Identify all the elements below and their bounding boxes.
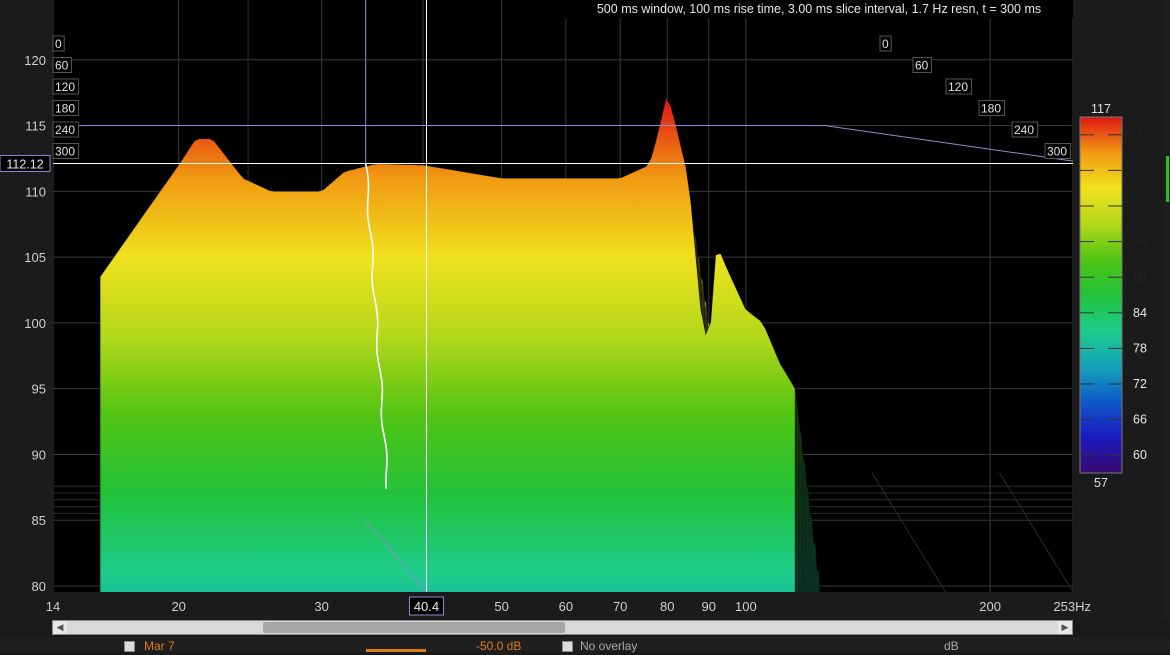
time-tick-right: 0 bbox=[879, 35, 892, 52]
green-indicator bbox=[1166, 156, 1169, 202]
y-tick-label: 85 bbox=[32, 513, 46, 528]
x-tick-label: 80 bbox=[660, 599, 674, 614]
colorbar-tick-label: 66 bbox=[1133, 413, 1147, 427]
y-tick-label: 120 bbox=[24, 53, 46, 68]
x-tick-label: 50 bbox=[494, 599, 508, 614]
x-tick-label: 90 bbox=[702, 599, 716, 614]
horizontal-scrollbar[interactable]: ◀ ▶ bbox=[52, 620, 1073, 635]
colorbar-min-label: 57 bbox=[1094, 476, 1108, 490]
time-tick-text: 240 bbox=[1014, 123, 1034, 137]
y-tick-label: 110 bbox=[25, 184, 46, 199]
x-tick-label: 30 bbox=[314, 599, 328, 614]
time-tick-left: 240 bbox=[52, 121, 80, 138]
x-tick-label: 100 bbox=[735, 599, 757, 614]
x-tick-label: 200 bbox=[979, 599, 1001, 614]
colorbar-tick-label: 78 bbox=[1133, 341, 1147, 355]
time-tick-right: 300 bbox=[1044, 143, 1072, 159]
time-tick-right: 180 bbox=[978, 100, 1006, 116]
scroll-thumb[interactable] bbox=[263, 622, 565, 633]
cursor-y-readout: 112.12 bbox=[6, 157, 43, 171]
x-tick-label: 20 bbox=[171, 599, 185, 614]
y-tick-label: 100 bbox=[24, 316, 46, 331]
overlay-checkbox-icon[interactable] bbox=[562, 641, 573, 652]
side-strip bbox=[1163, 0, 1170, 620]
colorbar-tick-label: 108 bbox=[1130, 163, 1151, 177]
time-tick-left: 60 bbox=[52, 57, 72, 73]
x-tick-label: 70 bbox=[613, 599, 627, 614]
unit-label: dB bbox=[944, 639, 959, 653]
waterfall-chart[interactable]: 80859095100105110115120125 1420304050607… bbox=[0, 0, 1170, 652]
y-tick-label: 95 bbox=[32, 382, 46, 397]
y-tick-label: 105 bbox=[24, 250, 46, 265]
y-tick-label: 125 bbox=[24, 0, 46, 2]
time-tick-text: 180 bbox=[981, 102, 1001, 116]
colorbar-tick-label: 96 bbox=[1133, 235, 1147, 249]
y-tick-label: 90 bbox=[32, 447, 46, 462]
time-tick-right: 120 bbox=[945, 78, 973, 95]
time-tick-text: 120 bbox=[948, 80, 968, 94]
time-tick-text: 120 bbox=[55, 80, 75, 94]
time-tick-text: 180 bbox=[55, 102, 75, 116]
offset-value: -50.0 dB bbox=[476, 639, 522, 653]
overlay-select[interactable]: No overlay bbox=[580, 637, 637, 655]
x-tick-label: 14 bbox=[46, 599, 60, 614]
measurement-name: Mar 7 bbox=[144, 639, 175, 653]
colorbar-tick-label: 114 bbox=[1130, 128, 1150, 142]
y-tick-label: 115 bbox=[25, 119, 46, 134]
cursor-x-readout: 40.4 bbox=[414, 599, 439, 614]
time-tick-left: 120 bbox=[52, 78, 80, 95]
time-tick-left: 180 bbox=[52, 100, 80, 116]
time-tick-text: 300 bbox=[1047, 145, 1067, 159]
time-tick-right: 240 bbox=[1011, 121, 1039, 138]
colorbar-tick-label: 102 bbox=[1130, 199, 1151, 213]
time-tick-left: 300 bbox=[52, 143, 80, 159]
x-tick-label: 60 bbox=[559, 599, 573, 614]
time-tick-text: 0 bbox=[882, 37, 889, 51]
colorbar-tick-label: 90 bbox=[1133, 270, 1147, 284]
scroll-left-icon[interactable]: ◀ bbox=[53, 621, 67, 634]
colorbar-tick-label: 60 bbox=[1133, 448, 1147, 462]
colorbar-max-label: 117 bbox=[1091, 102, 1111, 116]
time-tick-text: 60 bbox=[55, 59, 69, 73]
colorbar-tick-label: 72 bbox=[1133, 377, 1147, 391]
checkbox-icon[interactable] bbox=[124, 641, 135, 652]
time-tick-text: 60 bbox=[915, 59, 929, 73]
time-tick-text: 240 bbox=[55, 123, 75, 137]
plot-header: 500 ms window, 100 ms rise time, 3.00 ms… bbox=[565, 0, 1073, 18]
bottom-toolbar: Mar 7 -50.0 dB No overlay dB bbox=[0, 637, 1170, 655]
time-tick-text: 300 bbox=[55, 145, 75, 159]
colorbar-tick-label: 84 bbox=[1133, 306, 1147, 320]
time-tick-text: 0 bbox=[55, 37, 62, 51]
y-tick-label: 80 bbox=[32, 579, 46, 594]
scroll-right-icon[interactable]: ▶ bbox=[1058, 621, 1072, 634]
time-tick-right: 60 bbox=[912, 57, 932, 73]
x-tick-label: 253Hz bbox=[1053, 599, 1091, 614]
time-tick-left: 0 bbox=[52, 35, 65, 52]
